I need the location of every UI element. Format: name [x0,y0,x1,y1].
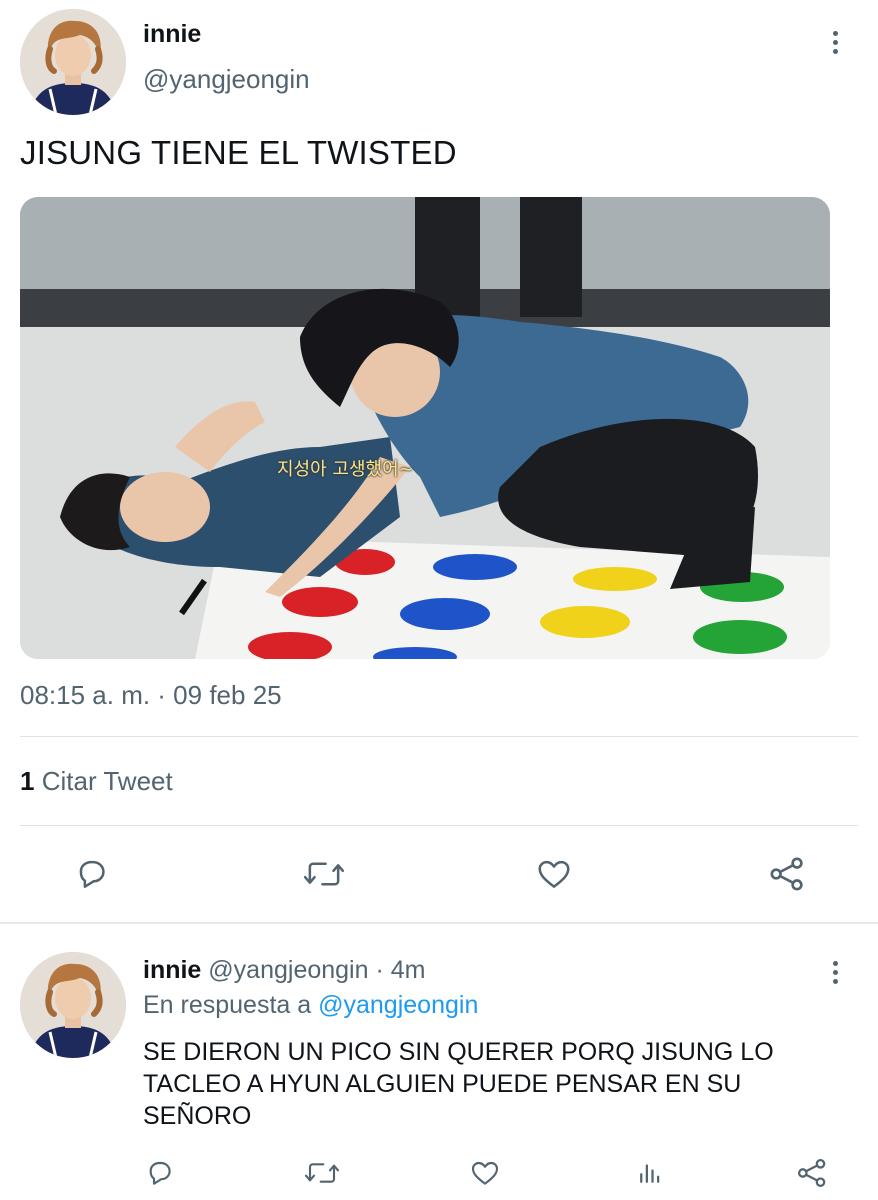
replying-to-handle-link[interactable]: @yangjeongin [318,991,478,1019]
more-options-icon[interactable] [823,24,847,60]
media-caption: 지성아 고생했어~ [277,459,414,480]
like-icon[interactable] [532,852,576,896]
reply-avatar[interactable] [20,952,126,1058]
quote-tweets-count[interactable]: 1 Citar Tweet [20,766,173,797]
section-divider [0,922,878,924]
reply-share-icon[interactable] [794,1155,830,1191]
reply-separator: · [368,956,391,984]
replying-to: En respuesta a @yangjeongin [143,991,478,1020]
replying-prefix: En respuesta a [143,991,319,1019]
reply-analytics-icon[interactable] [632,1155,668,1191]
reply-header: innie @yangjeongin · 4m [143,956,425,985]
reply-icon[interactable] [70,852,114,896]
reply-author-handle[interactable]: @yangjeongin [208,956,368,984]
reply-retweet-icon[interactable] [302,1155,342,1191]
reply-time[interactable]: 4m [391,956,426,984]
quote-count: 1 [20,766,35,796]
quote-label: Citar Tweet [41,766,173,796]
tweet-text: JISUNG TIENE EL TWISTED [20,134,457,171]
author-name[interactable]: innie [143,20,201,49]
reply-author-name[interactable]: innie [143,956,201,984]
retweet-icon[interactable] [300,852,348,896]
avatar[interactable] [20,9,126,115]
reply-like-icon[interactable] [467,1155,503,1191]
share-icon[interactable] [765,852,809,896]
reply-more-options-icon[interactable] [823,954,847,990]
divider [20,736,858,737]
reply-reply-icon[interactable] [142,1155,178,1191]
divider [20,825,858,826]
author-handle[interactable]: @yangjeongin [143,64,310,95]
tweet-timestamp[interactable]: 08:15 a. m. · 09 feb 25 [20,680,282,711]
reply-text: SE DIERON UN PICO SIN QUERER PORQ JISUNG… [143,1038,774,1130]
tweet-media-photo[interactable]: 지성아 고생했어~ [20,197,830,659]
